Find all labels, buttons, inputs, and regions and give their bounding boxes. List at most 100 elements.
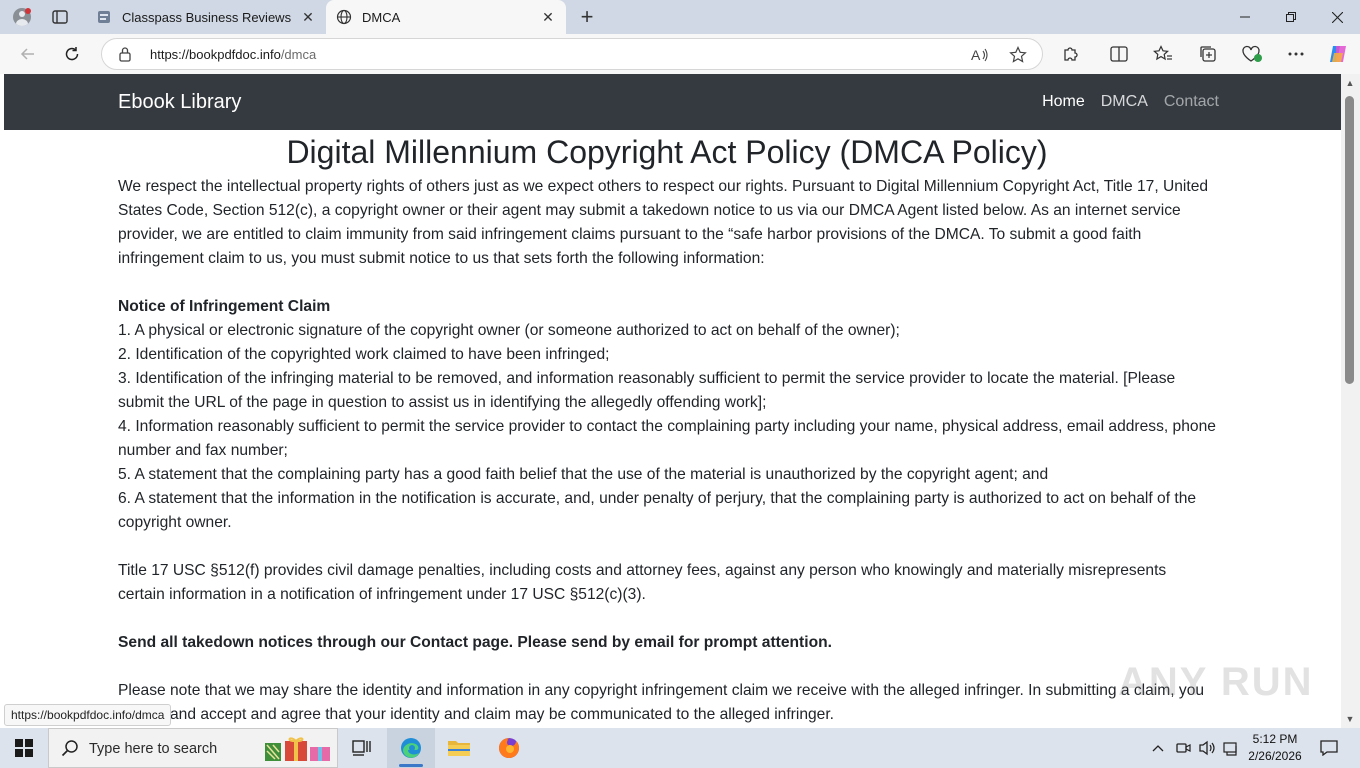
- site-nav-links: Home DMCA Contact: [1042, 93, 1219, 111]
- page-title: Digital Millennium Copyright Act Policy …: [286, 134, 1048, 170]
- search-highlight-gifts-icon: [265, 737, 330, 761]
- nav-link-home[interactable]: Home: [1042, 93, 1085, 111]
- read-aloud-icon[interactable]: A: [968, 43, 992, 67]
- copilot-button[interactable]: [1322, 38, 1354, 70]
- scrollbar-thumb[interactable]: [1345, 96, 1354, 384]
- page-favicon-icon: [96, 9, 112, 25]
- globe-icon: [336, 9, 352, 25]
- scroll-up-icon[interactable]: ▲: [1344, 78, 1356, 88]
- anyrun-watermark: ANY RUN: [1118, 660, 1314, 704]
- page-viewport: Ebook Library Home DMCA Contact Digital …: [4, 74, 1341, 728]
- site-brand[interactable]: Ebook Library: [118, 91, 241, 114]
- minimize-icon: [1240, 16, 1250, 18]
- send-notice-paragraph: Send all takedown notices through our Co…: [118, 634, 832, 651]
- back-arrow-icon: [20, 48, 34, 60]
- taskbar: Type here to search 5:12 PM 2/26/2026: [0, 728, 1360, 768]
- scroll-down-icon[interactable]: ▼: [1344, 714, 1356, 724]
- settings-more-button[interactable]: [1280, 38, 1312, 70]
- site-navbar: Ebook Library Home DMCA Contact: [4, 74, 1341, 130]
- notice-item: 6. A statement that the information in t…: [118, 490, 1197, 531]
- back-button[interactable]: [12, 38, 44, 70]
- volume-tray-button[interactable]: [1196, 728, 1218, 768]
- notice-item: 2. Identification of the copyrighted wor…: [118, 346, 610, 363]
- page-scrollbar[interactable]: ▲ ▼: [1341, 74, 1360, 728]
- collections-icon: [1200, 46, 1216, 62]
- task-view-button[interactable]: [338, 728, 386, 768]
- edge-icon: [401, 738, 421, 758]
- lock-icon[interactable]: [118, 46, 132, 62]
- folder-icon: [448, 741, 470, 756]
- url-path: /dmca: [280, 47, 317, 62]
- clock-date: 2/26/2026: [1248, 749, 1302, 763]
- browser-essentials-button[interactable]: [1236, 38, 1268, 70]
- tab-actions-icon: [52, 10, 68, 24]
- restore-button[interactable]: [1268, 0, 1314, 34]
- more-icon: [1288, 52, 1304, 56]
- url-domain: https://bookpdfdoc.info: [150, 47, 281, 62]
- taskbar-edge-button[interactable]: [387, 728, 435, 768]
- share-note-paragraph: Please note that we may share the identi…: [118, 682, 1205, 723]
- address-bar[interactable]: https://bookpdfdoc.info/dmca A: [101, 38, 1043, 70]
- notifications-button[interactable]: [1314, 728, 1344, 768]
- speaker-icon: [1199, 740, 1215, 756]
- new-tab-button[interactable]: +: [574, 4, 600, 30]
- tab-title: Classpass Business Reviews: [122, 9, 292, 25]
- notice-heading: Notice of Infringement Claim: [118, 298, 331, 315]
- tab-strip: Classpass Business Reviews ✕ DMCA ✕ +: [0, 0, 1360, 34]
- tab-dmca[interactable]: DMCA ✕: [326, 0, 566, 34]
- taskbar-file-explorer-button[interactable]: [435, 728, 483, 768]
- search-placeholder: Type here to search: [89, 741, 218, 757]
- nav-link-contact[interactable]: Contact: [1164, 93, 1219, 111]
- notice-item: 1. A physical or electronic signature of…: [118, 322, 900, 339]
- show-hidden-icons-button[interactable]: [1148, 728, 1168, 768]
- split-screen-button[interactable]: [1103, 38, 1135, 70]
- url-text: https://bookpdfdoc.info/dmca: [150, 47, 316, 62]
- taskbar-search[interactable]: Type here to search: [48, 728, 338, 768]
- start-button[interactable]: [0, 728, 48, 768]
- keyboard-icon: [1223, 742, 1237, 756]
- close-tab-icon[interactable]: ✕: [296, 5, 320, 29]
- penalties-paragraph: Title 17 USC §512(f) provides civil dama…: [118, 562, 1167, 603]
- tab-classpass[interactable]: Classpass Business Reviews ✕: [86, 0, 326, 34]
- heartbeat-icon: [1242, 45, 1262, 62]
- notice-item: 3. Identification of the infringing mate…: [118, 370, 1176, 411]
- close-window-button[interactable]: [1314, 0, 1360, 34]
- minimize-button[interactable]: [1222, 0, 1268, 34]
- collections-button[interactable]: [1192, 38, 1224, 70]
- reload-icon: [65, 47, 79, 61]
- tab-title: DMCA: [362, 9, 401, 25]
- taskbar-clock[interactable]: 5:12 PM 2/26/2026: [1242, 731, 1308, 765]
- windows-logo-icon: [15, 739, 33, 757]
- search-icon: [61, 740, 78, 757]
- split-screen-icon: [1110, 46, 1128, 62]
- notice-item: 5. A statement that the complaining part…: [118, 466, 1049, 483]
- ime-tray-button[interactable]: [1220, 728, 1242, 768]
- taskbar-firefox-button[interactable]: [485, 728, 533, 768]
- firefox-icon: [499, 738, 519, 758]
- reload-button[interactable]: [56, 38, 88, 70]
- task-view-icon: [352, 740, 371, 756]
- extensions-button[interactable]: [1055, 38, 1087, 70]
- browser-toolbar: https://bookpdfdoc.info/dmca A: [0, 34, 1360, 74]
- close-tab-icon[interactable]: ✕: [536, 5, 560, 29]
- status-link-preview: https://bookpdfdoc.info/dmca: [4, 704, 172, 726]
- tab-actions-button[interactable]: [46, 6, 74, 28]
- close-icon: [1331, 11, 1343, 23]
- profile-button[interactable]: [8, 5, 36, 29]
- favorites-list-icon: [1153, 45, 1172, 61]
- copilot-icon: [1330, 46, 1346, 62]
- nav-link-dmca[interactable]: DMCA: [1101, 93, 1148, 111]
- meet-now-icon: [1176, 743, 1191, 753]
- network-tray-button[interactable]: [1172, 728, 1194, 768]
- notification-icon: [1320, 740, 1338, 756]
- favorite-star-icon[interactable]: [1006, 43, 1030, 67]
- intro-paragraph: We respect the intellectual property rig…: [118, 178, 1209, 267]
- notification-dot: [25, 8, 31, 14]
- restore-icon: [1286, 12, 1296, 22]
- chevron-up-icon: [1152, 745, 1164, 752]
- page-content: Digital Millennium Copyright Act Policy …: [118, 130, 1216, 727]
- favorites-button[interactable]: [1147, 38, 1179, 70]
- puzzle-icon: [1064, 47, 1078, 61]
- clock-time: 5:12 PM: [1252, 732, 1298, 746]
- notice-item: 4. Information reasonably sufficient to …: [118, 418, 1216, 459]
